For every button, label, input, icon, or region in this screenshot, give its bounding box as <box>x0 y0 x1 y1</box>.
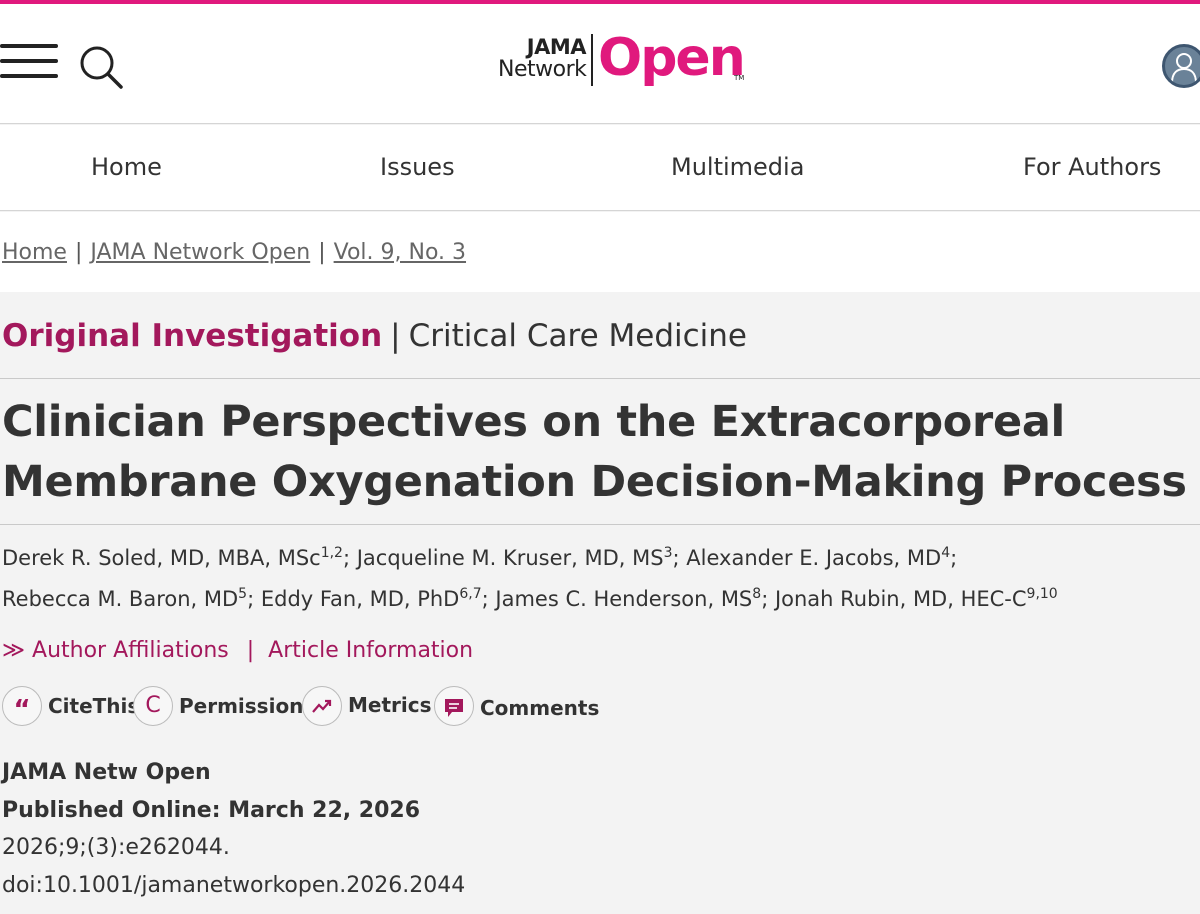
author-separator: ; <box>247 587 255 611</box>
menu-icon-line <box>0 74 58 78</box>
divider <box>0 524 1200 525</box>
comment-icon <box>434 686 474 726</box>
trend-icon <box>302 686 342 726</box>
logo-wordmark-left: JAMA Network <box>498 35 587 82</box>
category-sub[interactable]: Critical Care Medicine <box>409 318 747 354</box>
author-separator: ; <box>761 587 769 611</box>
author-affiliation-ref: 4 <box>941 545 951 561</box>
breadcrumb-separator: | <box>74 240 83 265</box>
cite-this-label: CiteThis <box>48 694 140 718</box>
main-nav: Home Issues Multimedia For Authors <box>0 125 1200 211</box>
author-affiliation-ref: 8 <box>752 586 762 602</box>
nav-issues[interactable]: Issues <box>380 153 455 181</box>
citation: 2026;9;(3):e262044. <box>2 835 230 860</box>
article-information-link[interactable]: Article Information <box>268 638 473 663</box>
logo-jama: JAMA <box>526 35 587 59</box>
author-affiliation-ref: 3 <box>663 545 673 561</box>
metrics-label: Metrics <box>348 693 432 717</box>
author-name[interactable]: Rebecca M. Baron, MD <box>2 587 238 611</box>
quote-icon: “ <box>2 686 42 726</box>
author-separator: ; <box>481 587 489 611</box>
breadcrumb: Home | JAMA Network Open | Vol. 9, No. 3 <box>2 240 466 265</box>
user-avatar-icon[interactable] <box>1162 44 1200 88</box>
menu-icon[interactable] <box>0 42 60 82</box>
author-affiliation-ref: 6,7 <box>459 586 482 602</box>
links-separator: | <box>246 638 255 663</box>
author-affiliation-ref: 1,2 <box>320 545 343 561</box>
menu-icon-line <box>0 59 58 63</box>
author-name[interactable]: James C. Henderson, MS <box>495 587 752 611</box>
breadcrumb-journal[interactable]: JAMA Network Open <box>90 240 310 265</box>
nav-for-authors[interactable]: For Authors <box>1023 153 1161 181</box>
author-name[interactable]: Jacqueline M. Kruser, MD, MS <box>357 546 664 570</box>
divider <box>0 378 1200 379</box>
breadcrumb-issue[interactable]: Vol. 9, No. 3 <box>334 240 466 265</box>
logo-divider <box>591 34 593 86</box>
site-header: JAMA Network Open TM <box>0 4 1200 124</box>
jama-network-open-logo[interactable]: JAMA Network Open TM <box>498 28 758 90</box>
nav-multimedia[interactable]: Multimedia <box>671 153 804 181</box>
nav-home[interactable]: Home <box>91 153 162 181</box>
author-name[interactable]: Derek R. Soled, MD, MBA, MSc <box>2 546 321 570</box>
article-links: ≫ Author Affiliations | Article Informatio… <box>2 638 473 663</box>
breadcrumb-separator: | <box>318 240 326 265</box>
menu-icon-line <box>0 44 58 48</box>
breadcrumb-bar: Home | JAMA Network Open | Vol. 9, No. 3 <box>0 212 1200 292</box>
copyright-icon: C <box>133 686 173 726</box>
logo-open: Open <box>598 28 746 88</box>
author-affiliation-ref: 5 <box>238 586 248 602</box>
breadcrumb-home[interactable]: Home <box>2 240 67 265</box>
category-separator: | <box>390 318 401 354</box>
comments-label: Comments <box>480 696 600 720</box>
article-tools: “ CiteThis C Permissions Metrics Comment… <box>2 686 702 730</box>
author-separator: ; <box>950 546 958 570</box>
author-name[interactable]: Eddy Fan, MD, PhD <box>261 587 460 611</box>
article-category: Original Investigation | Critical Care Med… <box>2 318 747 354</box>
logo-trademark: TM <box>734 74 745 82</box>
category-main[interactable]: Original Investigation <box>2 318 382 354</box>
author-list: Derek R. Soled, MD, MBA, MSc1,2; Jacquel… <box>2 538 1198 620</box>
doi[interactable]: doi:10.1001/jamanetworkopen.2026.2044 <box>2 867 465 905</box>
citation-meta: JAMA Netw Open Published Online: March 2… <box>2 754 465 904</box>
author-affiliations-link[interactable]: Author Affiliations <box>32 638 229 663</box>
logo-network: Network <box>498 57 587 82</box>
author-affiliation-ref: 9,10 <box>1026 586 1058 602</box>
author-name[interactable]: Jonah Rubin, MD, HEC-C <box>775 587 1027 611</box>
author-separator: ; <box>672 546 680 570</box>
author-separator: ; <box>342 546 351 570</box>
article-title: Clinician Perspectives on the Extracorpo… <box>2 397 1187 507</box>
permissions-label: Permissions <box>179 694 316 718</box>
search-icon[interactable] <box>78 44 124 90</box>
author-name[interactable]: Alexander E. Jacobs, MD <box>686 546 941 570</box>
published-date: Published Online: March 22, 2026 <box>2 797 420 823</box>
journal-abbrev: JAMA Netw Open <box>2 760 211 785</box>
chevron-double-right-icon[interactable]: ≫ <box>2 638 25 663</box>
